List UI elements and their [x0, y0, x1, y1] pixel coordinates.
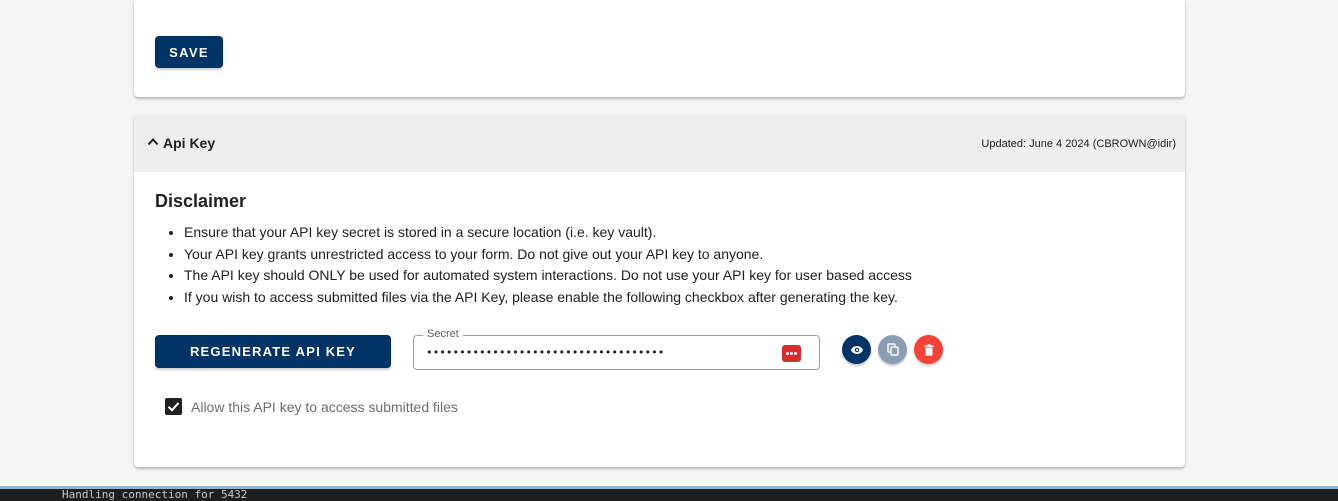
show-secret-button[interactable]: [842, 335, 871, 364]
disclaimer-list: Ensure that your API key secret is store…: [184, 222, 912, 309]
list-item: Ensure that your API key secret is store…: [184, 222, 912, 244]
checkmark-icon: [167, 402, 180, 412]
terminal-strip: Handling connection for 5432: [0, 486, 1338, 501]
save-button[interactable]: SAVE: [155, 36, 223, 68]
secret-field[interactable]: Secret: [413, 328, 820, 370]
api-key-card: Api Key Updated: June 4 2024 (CBROWN@idi…: [134, 115, 1185, 467]
list-item: Your API key grants unrestricted access …: [184, 244, 912, 266]
allow-files-checkbox[interactable]: [165, 398, 182, 415]
copy-icon: [886, 343, 899, 356]
eye-icon: [850, 345, 863, 354]
api-key-panel-header[interactable]: Api Key Updated: June 4 2024 (CBROWN@idi…: [134, 115, 1185, 172]
delete-api-key-button[interactable]: [914, 335, 943, 364]
terminal-line: Handling connection for 5432: [62, 488, 248, 501]
password-manager-icon[interactable]: [782, 345, 801, 362]
secret-input[interactable]: [426, 346, 776, 359]
copy-secret-button[interactable]: [878, 335, 907, 364]
panel-title: Api Key: [163, 135, 216, 151]
allow-files-label[interactable]: Allow this API key to access submitted f…: [191, 399, 458, 415]
trash-icon: [924, 343, 933, 356]
updated-timestamp: Updated: June 4 2024 (CBROWN@idir): [981, 138, 1176, 150]
regenerate-api-key-button[interactable]: REGENERATE API KEY: [155, 335, 391, 368]
secret-label: Secret: [423, 328, 463, 340]
list-item: The API key should ONLY be used for auto…: [184, 265, 912, 287]
disclaimer-title: Disclaimer: [155, 191, 247, 211]
list-item: If you wish to access submitted files vi…: [184, 287, 912, 309]
form-settings-card: SAVE: [134, 0, 1185, 97]
chevron-up-icon: [147, 138, 159, 146]
